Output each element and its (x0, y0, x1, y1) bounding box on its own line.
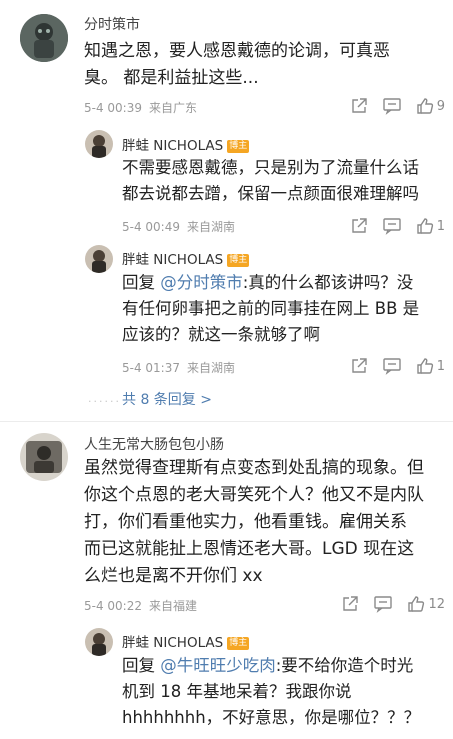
text-line: 应该的？就这一条就够了啊 (122, 325, 320, 344)
comment-text: 虽然觉得查理斯有点变态到处乱搞的现象。但 你这个点恩的老大哥笑死个人？他又不是内… (84, 455, 452, 590)
location: 来自福建 (149, 599, 198, 613)
text-line: 打，你们看重他实力，他看重钱。雇佣关系 (84, 512, 407, 532)
text-segment: :要不给你造个时光 (275, 656, 414, 675)
like-count: 9 (436, 98, 445, 114)
timestamp: 5-4 01:37 (122, 361, 180, 375)
text-segment: :真的什么都该讲吗？没 (242, 273, 414, 292)
comment-meta: 5-4 00:22 来自福建 (84, 597, 197, 614)
like-icon (408, 596, 425, 612)
reply-prefix: 回复 (122, 273, 161, 292)
like-icon (417, 98, 433, 114)
comment-button[interactable] (382, 357, 402, 375)
location: 来自湖南 (187, 220, 236, 234)
avatar[interactable] (20, 433, 68, 481)
avatar[interactable] (85, 628, 113, 656)
share-icon (352, 358, 367, 373)
comment-icon (383, 98, 401, 115)
like-button[interactable]: 1 (416, 357, 445, 375)
author-badge: 博主 (227, 637, 250, 650)
reply-prefix: 回复 (122, 656, 161, 675)
like-button[interactable]: 1 (416, 217, 445, 235)
comment-actions: 12 (327, 594, 445, 614)
username[interactable]: 分时策市 (84, 14, 140, 34)
avatar[interactable] (85, 245, 113, 273)
text-line: 回复 @分时策市:真的什么都该讲吗？没 (122, 270, 452, 296)
text-line: 虽然觉得查理斯有点变态到处乱搞的现象。但 (84, 458, 424, 478)
share-button[interactable] (341, 595, 359, 613)
reply-text: 不需要感恩戴德，只是别为了流量什么话 都去说都去蹭，保留一点颜面很难理解吗 (122, 155, 452, 207)
username-text: 胖蛙 NICHOLAS (122, 252, 224, 268)
like-button[interactable]: 9 (416, 97, 445, 115)
mention-link[interactable]: @牛旺旺少吃肉 (160, 656, 276, 675)
more-replies-link[interactable]: 共 8 条回复 > (122, 389, 212, 409)
text-line: 而已这就能扯上恩情还老大哥。LGD 现在这 (84, 539, 415, 559)
text-line: 么烂也是离不开你们 xx (84, 566, 263, 586)
share-button[interactable] (350, 97, 368, 115)
text-line: 你这个点恩的老大哥笑死个人？他又不是内队 (84, 485, 424, 505)
divider (0, 421, 453, 422)
location: 来自湖南 (187, 361, 236, 375)
avatar-image (85, 245, 113, 273)
share-button[interactable] (350, 217, 368, 235)
like-count: 12 (428, 596, 445, 612)
reply-dots: ...... (88, 392, 121, 405)
comment-button[interactable] (382, 217, 402, 235)
like-button[interactable]: 12 (407, 595, 445, 613)
share-icon (343, 596, 359, 611)
username-text: 胖蛙 NICHOLAS (122, 635, 224, 651)
timestamp: 5-4 00:49 (122, 220, 180, 234)
text-line: 回复 @牛旺旺少吃肉:要不给你造个时光 (122, 653, 452, 679)
username[interactable]: 胖蛙 NICHOLAS 博主 (122, 134, 250, 154)
mention-link[interactable]: @分时策市 (160, 273, 243, 292)
avatar-image (20, 433, 68, 481)
comment-button[interactable] (382, 97, 402, 115)
avatar-image (20, 14, 68, 62)
reply-actions: 1 (336, 216, 445, 236)
timestamp: 5-4 00:39 (84, 101, 142, 115)
avatar[interactable] (20, 14, 68, 62)
reply-text: 回复 @分时策市:真的什么都该讲吗？没 有任何卵事把之前的同事挂在网上 BB 是… (122, 270, 452, 348)
comment-actions: 9 (336, 96, 445, 116)
comment-icon (383, 218, 401, 235)
username-text: 胖蛙 NICHOLAS (122, 138, 224, 154)
reply-actions: 1 (336, 356, 445, 376)
like-icon (417, 358, 433, 374)
text-line: 知遇之恩，要人感恩戴德的论调，可真恶 (84, 41, 390, 61)
comment-text: 知遇之恩，要人感恩戴德的论调，可真恶 臭。 都是利益扯这些... (84, 38, 444, 92)
text-line: hhhhhhhh，不好意思，你是哪位？？？ (122, 708, 421, 727)
share-icon (352, 218, 367, 233)
text-line: 不需要感恩戴德，只是别为了流量什么话 (122, 158, 419, 177)
text-line: 机到 18 年基地呆着？我跟你说 (122, 682, 352, 701)
text-line: 臭。 都是利益扯这些... (84, 68, 259, 88)
reply-text: 回复 @牛旺旺少吃肉:要不给你造个时光 机到 18 年基地呆着？我跟你说 hhh… (122, 653, 452, 731)
text-line: 有任何卵事把之前的同事挂在网上 BB 是 (122, 299, 420, 318)
username[interactable]: 人生无常大肠包包小肠 (84, 434, 224, 454)
comment-icon (383, 358, 401, 375)
username[interactable]: 胖蛙 NICHOLAS 博主 (122, 248, 250, 268)
avatar-image (85, 130, 113, 158)
location: 来自广东 (149, 101, 198, 115)
like-count: 1 (436, 358, 445, 374)
text-line: 都去说都去蹭，保留一点颜面很难理解吗 (122, 184, 419, 203)
like-icon (417, 218, 433, 234)
avatar-image (85, 628, 113, 656)
like-count: 1 (436, 218, 445, 234)
comment-button[interactable] (373, 595, 393, 613)
share-button[interactable] (350, 357, 368, 375)
timestamp: 5-4 00:22 (84, 599, 142, 613)
share-icon (352, 98, 367, 113)
username[interactable]: 胖蛙 NICHOLAS 博主 (122, 631, 250, 651)
avatar[interactable] (85, 130, 113, 158)
reply-meta: 5-4 00:49 来自湖南 (122, 218, 235, 235)
reply-meta: 5-4 01:37 来自湖南 (122, 359, 235, 376)
author-badge: 博主 (227, 140, 250, 153)
comment-icon (374, 596, 393, 613)
author-badge: 博主 (227, 254, 250, 267)
comment-meta: 5-4 00:39 来自广东 (84, 99, 197, 116)
